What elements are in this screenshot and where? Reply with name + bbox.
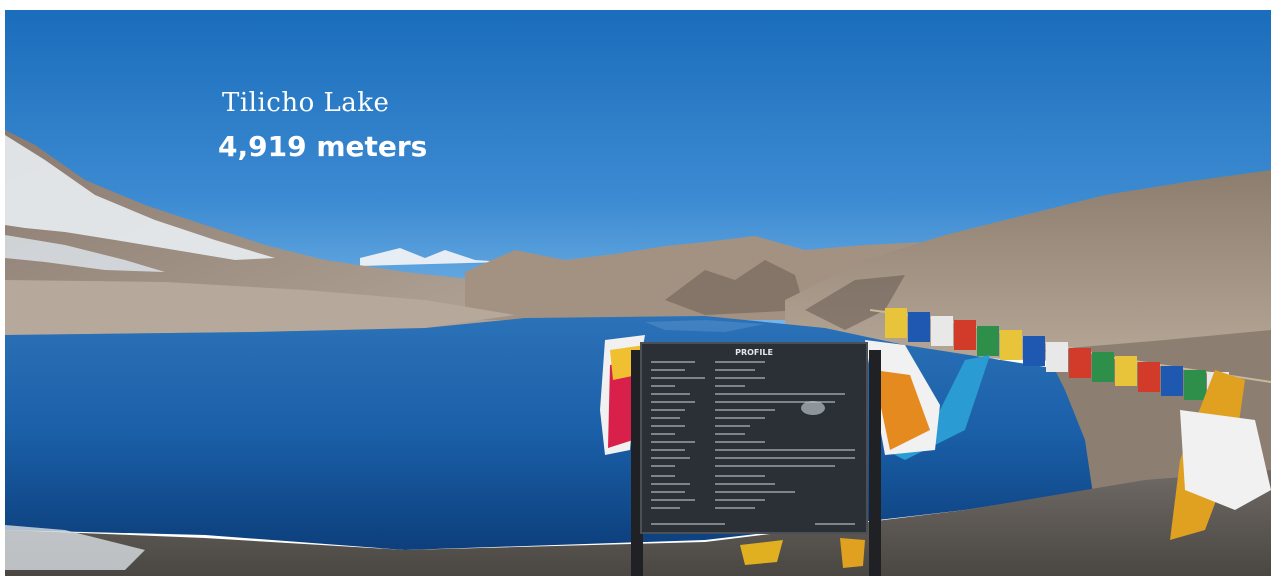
photo-frame: PROFILE Tilicho Lake 4,919 meters [0, 0, 1276, 576]
landscape-illustration: PROFILE [5, 10, 1271, 576]
base-scarf-orange [840, 538, 865, 568]
sign-post-right [869, 350, 881, 576]
information-sign-icon: PROFILE [640, 342, 868, 534]
landscape-photo: PROFILE [5, 10, 1271, 576]
sign-heading: PROFILE [735, 348, 773, 357]
